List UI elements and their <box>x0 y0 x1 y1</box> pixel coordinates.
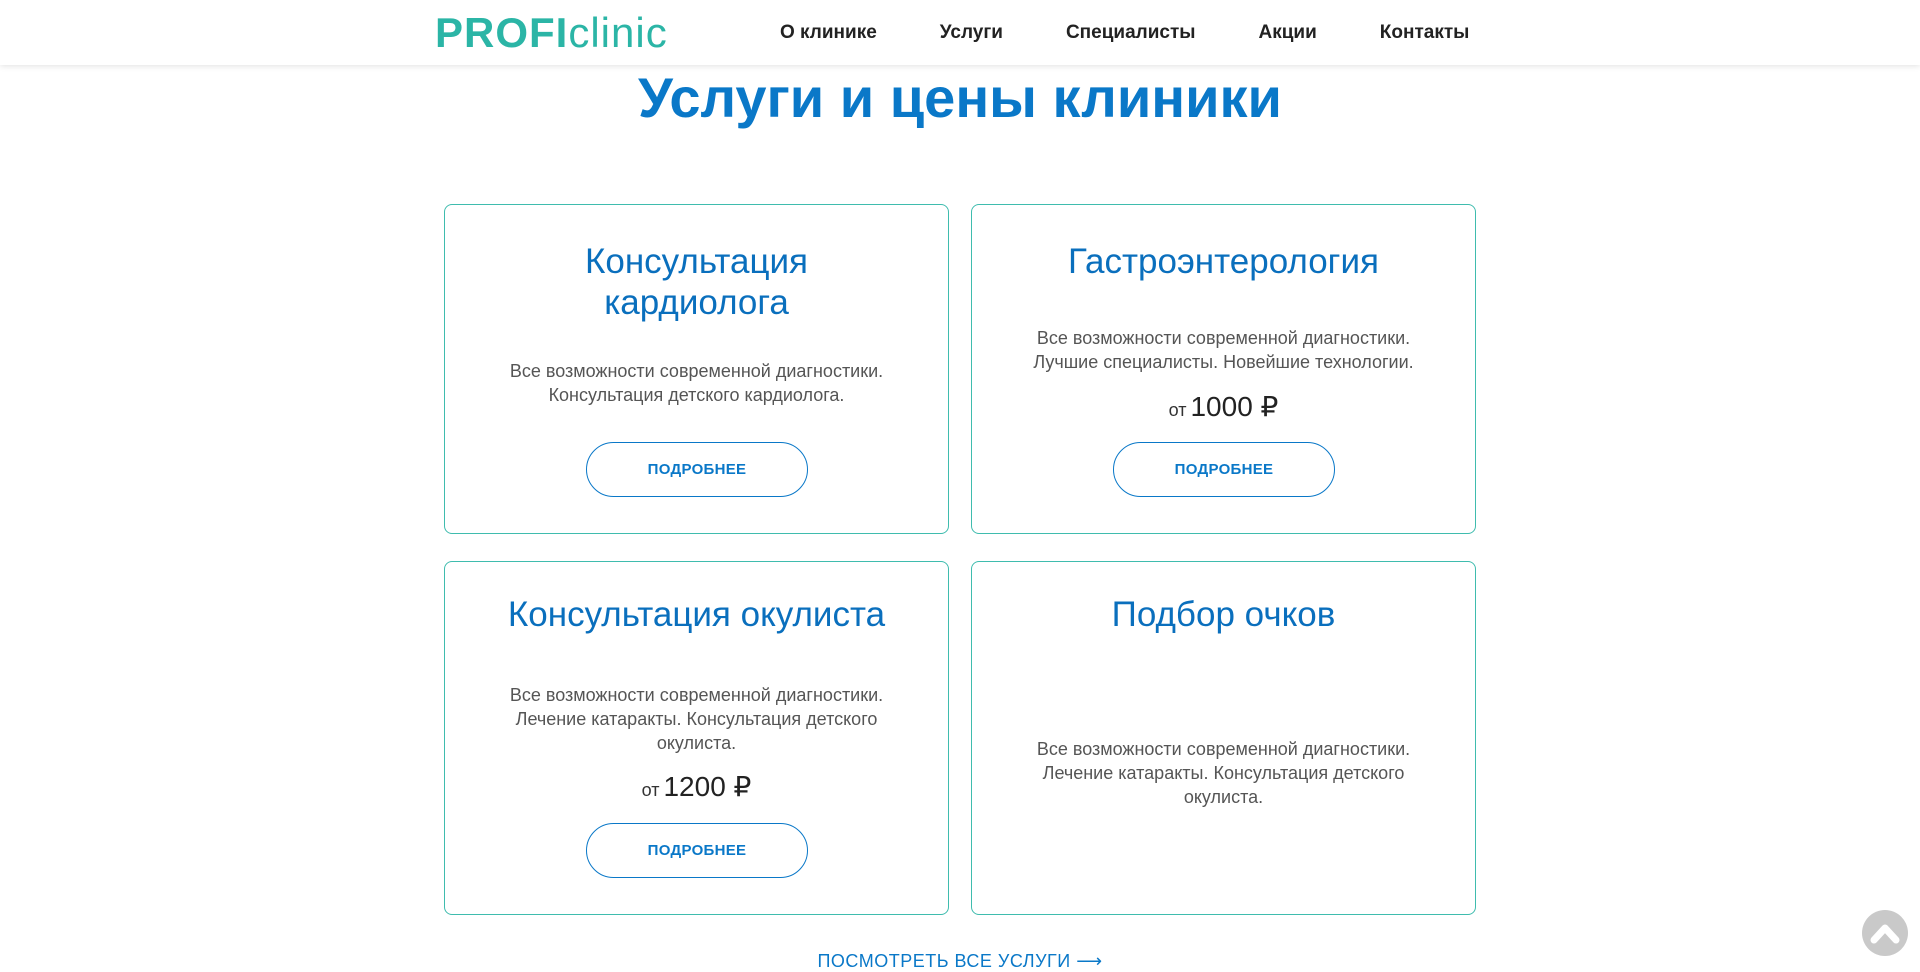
more-button[interactable]: Подробнее <box>586 823 808 878</box>
logo[interactable]: PROFIclinic <box>435 9 668 57</box>
service-card-glasses-selection: Подбор очков Все возможности современной… <box>971 561 1476 915</box>
service-card-description: Все возможности современной диагностики.… <box>509 685 884 753</box>
nav-link-promotions[interactable]: Акции <box>1259 22 1317 44</box>
nav-link-specialists[interactable]: Специалисты <box>1066 22 1196 44</box>
service-card-description: Все возможности современной диагностики.… <box>509 361 884 405</box>
main-nav: О клинике Услуги Специалисты Акции Конта… <box>780 0 1469 65</box>
service-card-gastroenterology: Гастроэнтерология Все возможности соврем… <box>971 204 1476 534</box>
scroll-top-button[interactable] <box>1862 910 1908 956</box>
service-card-cardiology: Консультация кардиолога Все возможности … <box>444 204 949 534</box>
nav-link-contacts[interactable]: Контакты <box>1380 22 1470 44</box>
more-button[interactable]: Подробнее <box>1113 442 1335 497</box>
service-card-price: от 1200 ₽ <box>445 771 948 806</box>
price-prefix: от <box>1168 400 1187 420</box>
chevron-up-icon <box>1870 924 1900 944</box>
service-card-title: Консультация кардиолога <box>585 242 808 322</box>
logo-part-profi: PROFI <box>435 9 569 56</box>
page-title: Услуги и цены клиники <box>638 66 1282 129</box>
service-card-title: Гастроэнтерология <box>1068 242 1379 281</box>
service-card-price: от 1000 ₽ <box>972 391 1475 426</box>
more-button[interactable]: Подробнее <box>586 442 808 497</box>
service-card-ophthalmology: Консультация окулиста Все возможности со… <box>444 561 949 915</box>
site-header: PROFIclinic О клинике Услуги Специалисты… <box>0 0 1920 65</box>
service-card-title: Подбор очков <box>1111 595 1336 634</box>
service-card-description: Все возможности современной диагностики.… <box>1033 328 1414 372</box>
price-value: 1000 ₽ <box>1190 391 1279 422</box>
price-prefix: от <box>641 780 660 800</box>
service-card-title: Консультация окулиста <box>507 595 886 634</box>
service-card-description: Все возможности современной диагностики.… <box>1036 739 1411 807</box>
logo-part-clinic: clinic <box>568 9 668 56</box>
nav-link-services[interactable]: Услуги <box>940 22 1003 44</box>
price-value: 1200 ₽ <box>663 771 752 802</box>
nav-link-about[interactable]: О клинике <box>780 22 877 44</box>
